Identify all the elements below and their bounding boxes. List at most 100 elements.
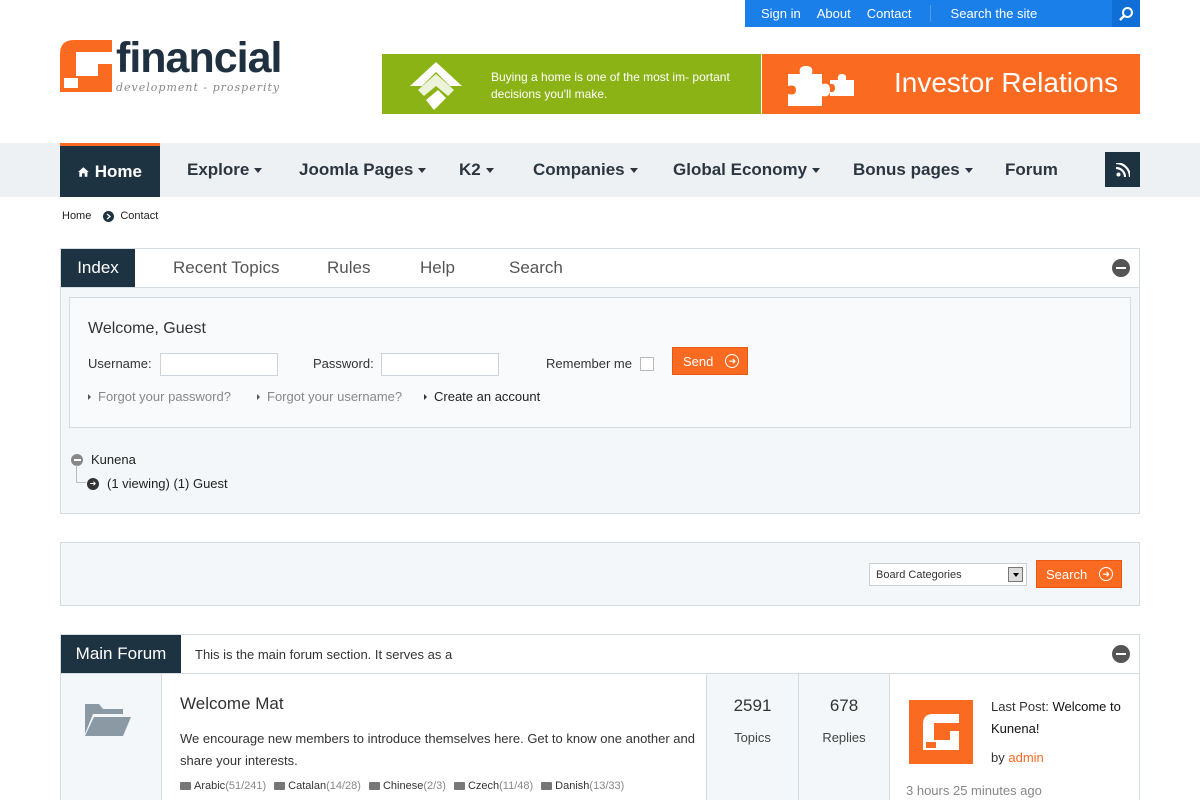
tab-search[interactable]: Search [509, 249, 563, 287]
login-box: Welcome, Guest Username: Password: Remem… [69, 297, 1131, 428]
subcategory-czech[interactable]: Czech (11/48) [453, 780, 534, 792]
online-users: ➜ (1 viewing) (1) Guest [87, 476, 228, 491]
chevron-down-icon [254, 167, 263, 173]
subcategory-name: Czech [467, 780, 500, 792]
send-button[interactable]: Send ➜ [672, 347, 748, 375]
category-description: We encourage new members to introduce th… [180, 731, 695, 768]
logo-word: financial [116, 34, 282, 82]
home-icon [78, 166, 89, 177]
contact-link[interactable]: Contact [867, 6, 912, 21]
subcategory-name: Chinese [382, 780, 424, 792]
chevron-down-icon [629, 167, 638, 173]
replies-count: 678 [829, 696, 859, 715]
last-post-time: 3 hours 25 minutes ago [906, 783, 1042, 798]
remember-me-checkbox[interactable] [640, 357, 654, 371]
subcategory-count: (2/3) [423, 780, 446, 792]
main-nav: Home Explore Joomla Pages K2 Companies G… [0, 143, 1200, 197]
bullet-icon [424, 393, 427, 400]
chevron-down-icon [964, 167, 973, 173]
forum-panel: Index Recent Topics Rules Help Search We… [60, 248, 1140, 514]
main-forum-title[interactable]: Main Forum [61, 635, 181, 673]
last-post-prefix: Last Post: [991, 699, 1049, 714]
tab-rules[interactable]: Rules [327, 249, 370, 287]
welcome-heading: Welcome, Guest [88, 320, 206, 337]
collapse-small-icon [71, 453, 83, 466]
nav-companies-label: Companies [533, 160, 625, 179]
subcategory-count: (13/33) [589, 780, 625, 792]
avatar[interactable] [909, 700, 973, 764]
subcategory-danish[interactable]: Danish (13/33) [541, 780, 624, 792]
topbar-divider [929, 5, 931, 22]
arrow-circle-icon: ➜ [87, 477, 99, 490]
subcategory-chinese[interactable]: Chinese (2/3) [368, 780, 446, 792]
breadcrumb: Home Contact [62, 210, 158, 222]
password-label: Password: [313, 356, 374, 371]
subcategory-count: (11/48) [499, 780, 534, 792]
subcategory-list: Arabic (51/241) Catalan (14/28) Chinese (2/… [180, 780, 632, 792]
site-search-input[interactable]: Search the site [951, 6, 1112, 21]
forgot-username-link[interactable]: Forgot your username? [257, 389, 402, 404]
create-account-text: Create an account [434, 389, 541, 404]
username-label: Username: [88, 356, 152, 371]
tab-index[interactable]: Index [61, 249, 135, 287]
logo-mark-icon [60, 40, 112, 92]
last-post-info: Last Post: Welcome to Kunena! [991, 696, 1131, 740]
board-name: Kunena [91, 452, 136, 467]
collapse-icon[interactable] [1112, 645, 1130, 663]
tab-help[interactable]: Help [420, 249, 455, 287]
search-icon[interactable] [1112, 0, 1140, 27]
author-link[interactable]: admin [1008, 750, 1043, 765]
nav-global-economy-label: Global Economy [673, 160, 808, 179]
site-logo[interactable]: financial development - prosperity [60, 34, 285, 100]
about-link[interactable]: About [817, 6, 851, 21]
username-input[interactable] [160, 353, 278, 376]
board-categories-select[interactable]: Board Categories [869, 563, 1027, 586]
nav-k2-label: K2 [459, 160, 481, 179]
password-input[interactable] [381, 353, 499, 376]
collapse-icon[interactable] [1112, 259, 1130, 277]
category-icon-cell [61, 674, 162, 800]
create-account-link[interactable]: Create an account [424, 389, 540, 404]
replies-cell: 678 Replies [799, 674, 890, 800]
forgot-password-link[interactable]: Forgot your password? [88, 389, 231, 404]
nav-explore-label: Explore [187, 160, 250, 179]
last-post-author-line: by admin [991, 750, 1044, 765]
chevron-down-icon [812, 167, 821, 173]
nav-forum[interactable]: Forum [1005, 143, 1058, 197]
investor-relations-banner[interactable]: Investor Relations [762, 54, 1140, 114]
nav-bonus-pages[interactable]: Bonus pages [853, 143, 973, 197]
replies-label: Replies [822, 730, 866, 745]
subcategory-catalan[interactable]: Catalan (14/28) [274, 780, 361, 792]
folder-icon [453, 782, 465, 790]
home-buying-banner[interactable]: Buying a home is one of the most im- por… [382, 54, 761, 114]
last-post-cell: Last Post: Welcome to Kunena! by admin 3… [890, 674, 1139, 800]
nav-home[interactable]: Home [60, 143, 160, 197]
folder-icon [541, 782, 553, 790]
folder-icon [368, 782, 380, 790]
breadcrumb-separator-icon [103, 210, 115, 222]
subcategory-count: (14/28) [326, 780, 361, 792]
chevron-down-icon [1008, 567, 1023, 582]
rss-icon[interactable] [1105, 152, 1140, 187]
category-main-cell: Welcome Mat We encourage new members to … [162, 674, 707, 800]
logo-tagline: development - prosperity [116, 81, 281, 94]
subcategory-arabic[interactable]: Arabic (51/241) [180, 780, 266, 792]
nav-global-economy[interactable]: Global Economy [673, 143, 821, 197]
arrow-right-icon: ➜ [725, 354, 740, 368]
top-bar: Sign in About Contact Search the site [745, 0, 1140, 27]
sign-in-link[interactable]: Sign in [761, 6, 801, 21]
send-button-label: Send [683, 353, 714, 369]
category-title[interactable]: Welcome Mat [180, 694, 284, 714]
breadcrumb-contact: Contact [120, 210, 159, 222]
nav-explore[interactable]: Explore [187, 143, 263, 197]
nav-k2[interactable]: K2 [459, 143, 494, 197]
subcategory-name: Arabic [194, 780, 226, 792]
remember-me-label: Remember me [546, 356, 632, 371]
nav-forum-label: Forum [1005, 160, 1058, 179]
nav-joomla-pages[interactable]: Joomla Pages [299, 143, 427, 197]
investor-relations-text: Investor Relations [894, 67, 1119, 98]
category-search-button[interactable]: Search ➜ [1036, 560, 1122, 588]
tab-recent-topics[interactable]: Recent Topics [173, 249, 279, 287]
nav-companies[interactable]: Companies [533, 143, 638, 197]
breadcrumb-home[interactable]: Home [62, 210, 91, 222]
